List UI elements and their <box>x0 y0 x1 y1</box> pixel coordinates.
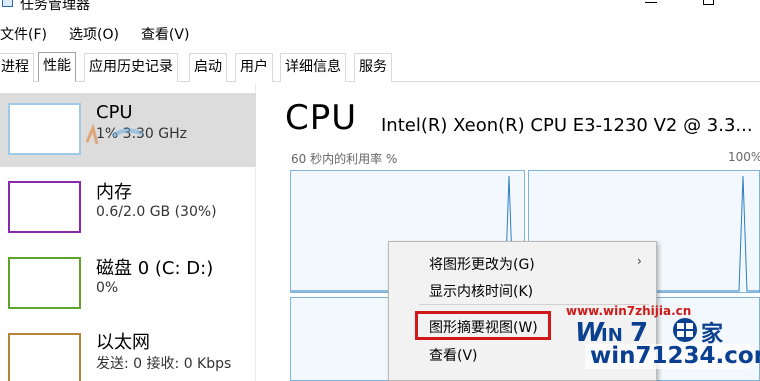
tab-performance[interactable]: 性能 <box>38 52 76 82</box>
minimize-button[interactable] <box>645 2 657 3</box>
menu-bar: 文件(F) 选项(O) 查看(V) <box>0 22 211 46</box>
resource-name: 以太网 <box>96 332 150 353</box>
svg-text:7: 7 <box>630 318 648 346</box>
resource-detail: 0% <box>96 280 119 296</box>
watermark-logo-icon: W IN 7 家 <box>575 318 724 346</box>
tab-users[interactable]: 用户 <box>235 53 273 82</box>
tab-bar: 进程 性能 应用历史记录 启动 用户 详细信息 服务 <box>0 52 760 82</box>
tab-app-history[interactable]: 应用历史记录 <box>84 53 178 82</box>
window-title: 任务管理器 <box>20 0 90 13</box>
maximize-button[interactable] <box>703 0 714 5</box>
resource-item-memory[interactable]: 内存 0.6/2.0 GB (30%) <box>0 171 256 245</box>
menu-item-show-kernel-times[interactable]: 显示内核时间(K) <box>429 281 533 301</box>
ethernet-mini-graph <box>8 333 81 381</box>
page-title: CPU <box>285 98 358 138</box>
resource-name: 内存 <box>96 182 132 203</box>
memory-mini-graph <box>8 181 81 233</box>
menu-options[interactable]: 选项(O) <box>69 22 119 46</box>
highlight-box-annotation <box>415 311 551 340</box>
cpu-mini-graph <box>8 103 81 155</box>
utilization-label: 60 秒内的利用率 % <box>291 152 398 166</box>
title-bar: 任务管理器 <box>0 0 760 22</box>
tab-details[interactable]: 详细信息 <box>280 53 346 82</box>
resource-name: CPU <box>96 102 133 123</box>
tab-services[interactable]: 服务 <box>354 53 392 82</box>
graphic-smudge-decoration <box>85 123 144 145</box>
menu-item-change-graph[interactable]: 将图形更改为(G) <box>429 254 535 274</box>
resource-name: 磁盘 0 (C: D:) <box>96 258 214 279</box>
resource-detail: 0.6/2.0 GB (30%) <box>96 204 217 220</box>
resource-item-ethernet[interactable]: 以太网 发送: 0 接收: 0 Kbps <box>0 323 256 381</box>
task-manager-app-icon <box>2 0 13 7</box>
resource-detail: 发送: 0 接收: 0 Kbps <box>96 356 232 372</box>
menu-item-view[interactable]: 查看(V) <box>429 345 478 365</box>
watermark-domain: win71234.com <box>590 343 760 369</box>
utilization-max-label: 100% <box>728 150 760 164</box>
cpu-model-name: Intel(R) Xeon(R) CPU E3-1230 V2 @ 3.3... <box>381 115 753 136</box>
submenu-arrow-icon: › <box>637 254 642 268</box>
resource-item-disk[interactable]: 磁盘 0 (C: D:) 0% <box>0 247 256 321</box>
disk-mini-graph <box>8 257 81 309</box>
tab-processes[interactable]: 进程 <box>0 53 34 82</box>
menu-view[interactable]: 查看(V) <box>141 22 190 46</box>
menu-file[interactable]: 文件(F) <box>0 22 47 46</box>
tab-startup[interactable]: 启动 <box>189 53 227 82</box>
